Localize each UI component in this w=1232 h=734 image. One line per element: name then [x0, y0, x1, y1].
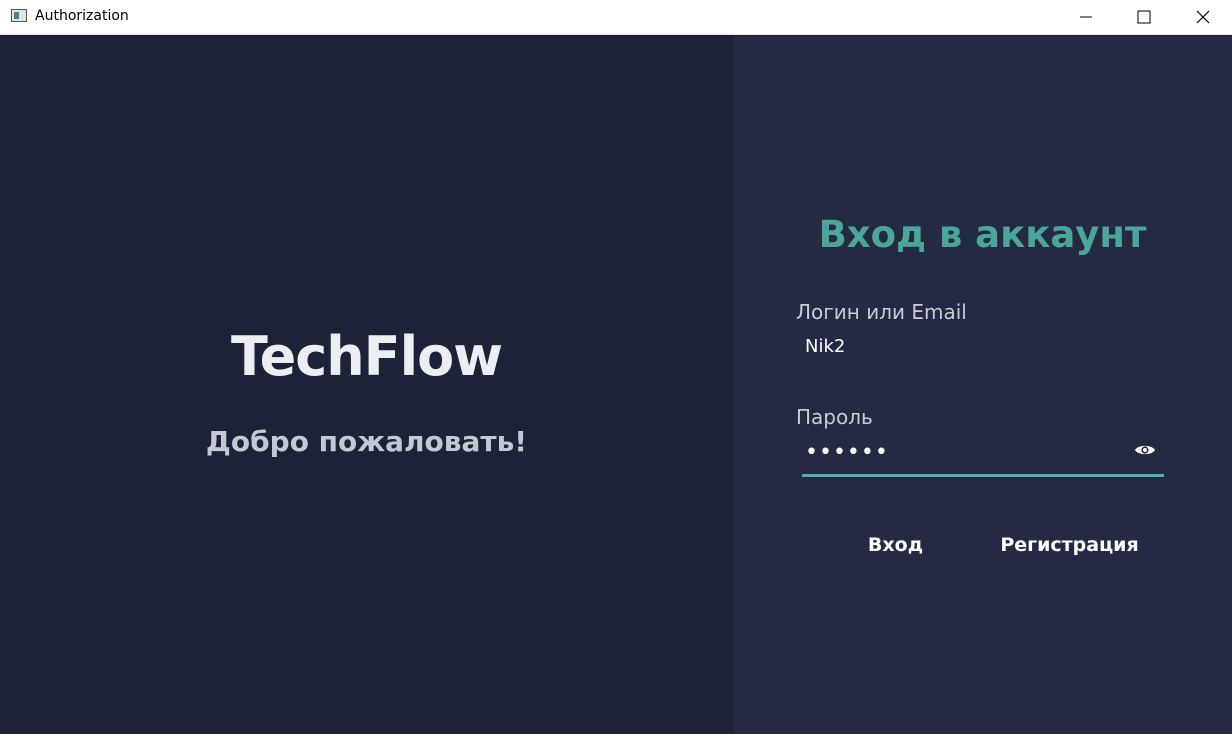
form-title: Вход в аккаунт [818, 213, 1147, 256]
password-label: Пароль [796, 405, 873, 429]
close-button[interactable] [1180, 0, 1226, 34]
login-button[interactable]: Вход [853, 529, 938, 561]
brand-title: TechFlow [230, 325, 503, 388]
login-panel: Вход в аккаунт Логин или Email Пароль Вх… [733, 35, 1232, 734]
window-title: Authorization [35, 8, 129, 24]
register-button[interactable]: Регистрация [997, 529, 1142, 561]
welcome-panel: TechFlow Добро пожаловать! [0, 35, 733, 734]
login-label: Логин или Email [796, 300, 967, 324]
login-input[interactable] [796, 331, 1166, 361]
app-window-icon [11, 9, 27, 22]
eye-icon [1135, 445, 1155, 455]
show-password-button[interactable] [1133, 438, 1157, 462]
title-bar: Authorization [0, 0, 1232, 35]
minimize-button[interactable] [1063, 0, 1109, 34]
password-underline [802, 474, 1164, 477]
password-input[interactable] [802, 437, 1122, 467]
auth-window: Authorization TechFlow Добро пожаловать!… [0, 0, 1232, 734]
maximize-button[interactable] [1121, 0, 1167, 34]
close-icon [1196, 10, 1210, 24]
maximize-icon [1137, 10, 1151, 24]
welcome-text: Добро пожаловать! [205, 425, 528, 458]
minimize-icon [1080, 16, 1092, 18]
